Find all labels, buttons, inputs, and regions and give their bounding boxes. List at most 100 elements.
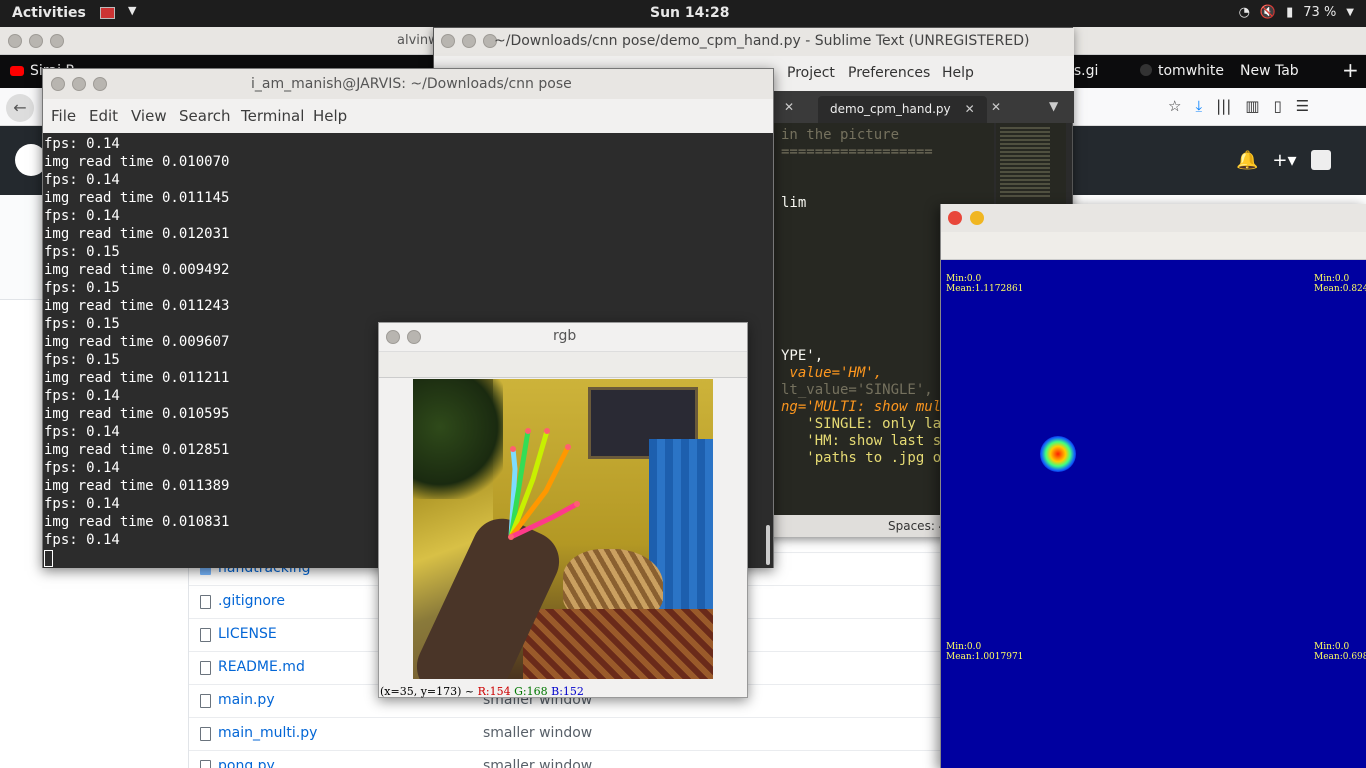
tab-new-tab[interactable]: New Tab <box>1240 55 1299 88</box>
sublime-titlebar[interactable]: ~/Downloads/cnn pose/demo_cpm_hand.py - … <box>434 28 1074 56</box>
menu-file[interactable]: File <box>51 107 76 125</box>
terminal-menubar: File Edit View Search Terminal Help <box>43 99 773 133</box>
terminal-line: fps: 0.14 <box>44 388 120 404</box>
volume-muted-icon: 🔇 <box>1259 5 1277 20</box>
code-line: in the picture <box>781 127 900 143</box>
heatmap-stats-bottom-left: Min:0.0 Mean:1.0017971 <box>946 642 1024 662</box>
terminal-line: img read time 0.010595 <box>44 406 230 422</box>
plus-icon[interactable]: +▾ <box>1272 150 1296 171</box>
terminal-line: img read time 0.012851 <box>44 442 230 458</box>
table-row[interactable]: pong.py smaller window <box>189 750 968 768</box>
library-icon[interactable]: ||| <box>1216 97 1231 115</box>
download-icon[interactable]: ⤓ <box>1195 97 1202 115</box>
terminal-line: fps: 0.14 <box>44 172 120 188</box>
terminal-line: fps: 0.15 <box>44 244 120 260</box>
chevron-down-icon: ▼ <box>1346 7 1354 18</box>
table-row[interactable]: main_multi.py smaller window <box>189 717 968 750</box>
maximize-icon[interactable] <box>93 77 107 91</box>
menu-project[interactable]: Project <box>787 65 835 81</box>
new-tab-button[interactable]: + <box>1342 55 1359 88</box>
menu-edit[interactable]: Edit <box>89 107 118 125</box>
scrollbar[interactable] <box>766 525 770 565</box>
extension-icon[interactable]: ▯ <box>1273 97 1281 115</box>
close-tab-icon[interactable]: ✕ <box>965 102 975 116</box>
terminal-line: img read time 0.011145 <box>44 190 230 206</box>
rgb-toolbar <box>379 351 747 378</box>
webcam-frame[interactable] <box>413 379 713 679</box>
sublime-title: ~/Downloads/cnn pose/demo_cpm_hand.py - … <box>494 33 1030 49</box>
menu-icon[interactable]: ☰ <box>1296 97 1309 115</box>
commit-message[interactable]: smaller window <box>483 725 592 741</box>
close-icon[interactable] <box>386 330 400 344</box>
github-icon <box>1140 64 1152 76</box>
terminal-line: fps: 0.15 <box>44 352 120 368</box>
terminal-line: fps: 0.14 <box>44 208 120 224</box>
minimize-icon[interactable] <box>29 34 43 48</box>
clock[interactable]: Sun 14:28 <box>650 5 729 21</box>
app-menu-icon[interactable] <box>100 7 115 19</box>
file-name-link[interactable]: main_multi.py <box>218 725 317 741</box>
menu-help[interactable]: Help <box>313 107 347 125</box>
menu-preferences[interactable]: Preferences <box>848 65 930 81</box>
close-tab-icon[interactable]: ✕ <box>991 100 1001 114</box>
sidebar-icon[interactable]: ▥ <box>1245 97 1259 115</box>
wifi-icon: ◔ <box>1238 5 1250 20</box>
file-name-link[interactable]: README.md <box>218 659 305 675</box>
gnome-top-bar: Activities ▼ Sun 14:28 ◔ 🔇 ▮ 73 % ▼ <box>0 0 1366 27</box>
system-tray[interactable]: ◔ 🔇 ▮ 73 % ▼ <box>1239 5 1354 20</box>
tab-tomwhite[interactable]: tomwhite <box>1140 55 1224 88</box>
heatmap-titlebar[interactable] <box>941 204 1366 232</box>
terminal-line: img read time 0.011389 <box>44 478 230 494</box>
menu-search[interactable]: Search <box>179 107 231 125</box>
rgb-titlebar[interactable]: rgb <box>379 323 747 351</box>
rgb-window: rgb (x=35, y=173) ~ R:154 G:168 B:152 <box>378 322 748 698</box>
terminal-line: fps: 0.14 <box>44 532 120 548</box>
file-name-link[interactable]: LICENSE <box>218 626 277 642</box>
activities-button[interactable]: Activities <box>12 5 86 21</box>
bookmark-icon[interactable]: ☆ <box>1168 97 1181 115</box>
maximize-icon[interactable] <box>50 34 64 48</box>
terminal-line: fps: 0.15 <box>44 316 120 332</box>
heatmap-stats-top-left: Min:0.0 Mean:1.1172861 <box>946 274 1024 294</box>
heatmap-toolbar <box>941 232 1366 260</box>
minimize-icon[interactable] <box>407 330 421 344</box>
file-icon <box>200 760 211 768</box>
code-line: ng='MULTI: show multi <box>781 399 959 415</box>
file-name-link[interactable]: main.py <box>218 692 275 708</box>
tab-dropdown-icon[interactable]: ▼ <box>1049 99 1058 113</box>
close-tab-icon[interactable]: ✕ <box>784 100 794 114</box>
chevron-down-icon[interactable]: ▼ <box>128 4 136 17</box>
code-line: value='HM', <box>781 365 883 381</box>
file-name-link[interactable]: .gitignore <box>218 593 285 609</box>
avatar[interactable] <box>1310 150 1331 170</box>
menu-view[interactable]: View <box>131 107 167 125</box>
desktop: alvinw Siraj R ls.gi tomwhite New Tab + … <box>0 0 1366 768</box>
terminal-line: fps: 0.14 <box>44 496 120 512</box>
minimize-icon[interactable] <box>462 34 476 48</box>
close-icon[interactable] <box>948 211 962 225</box>
terminal-titlebar[interactable]: i_am_manish@JARVIS: ~/Downloads/cnn pose <box>43 69 773 99</box>
menu-help[interactable]: Help <box>942 65 974 81</box>
heatmap-window: Min:0.0 Mean:1.1172861 Min:0.0 Mean:0.82… <box>940 204 1366 768</box>
tab-github[interactable]: ls.gi <box>1070 55 1098 88</box>
heatmap-hotspot <box>1040 436 1076 472</box>
heatmap-stats-bottom-right: Min:0.0 Mean:0.698 <box>1314 642 1366 662</box>
tab-demo-cpm-hand[interactable]: demo_cpm_hand.py ✕ <box>818 96 987 123</box>
code-line: ================== <box>781 144 933 160</box>
menu-terminal[interactable]: Terminal <box>241 107 304 125</box>
minimize-icon[interactable] <box>72 77 86 91</box>
terminal-line: fps: 0.14 <box>44 460 120 476</box>
file-name-link[interactable]: pong.py <box>218 758 275 768</box>
minimize-icon[interactable] <box>970 211 984 225</box>
commit-message[interactable]: smaller window <box>483 758 592 768</box>
close-icon[interactable] <box>441 34 455 48</box>
hand-skeleton-overlay <box>508 428 580 540</box>
back-button[interactable]: ← <box>6 94 34 122</box>
code-line: 'paths to .jpg or <box>781 450 959 466</box>
battery-icon: ▮ <box>1286 5 1294 20</box>
terminal-line: img read time 0.012031 <box>44 226 230 242</box>
notification-bell-icon[interactable]: 🔔 <box>1236 150 1258 171</box>
close-icon[interactable] <box>51 77 65 91</box>
close-icon[interactable] <box>8 34 22 48</box>
indent-status[interactable]: Spaces: 4 <box>888 519 946 533</box>
